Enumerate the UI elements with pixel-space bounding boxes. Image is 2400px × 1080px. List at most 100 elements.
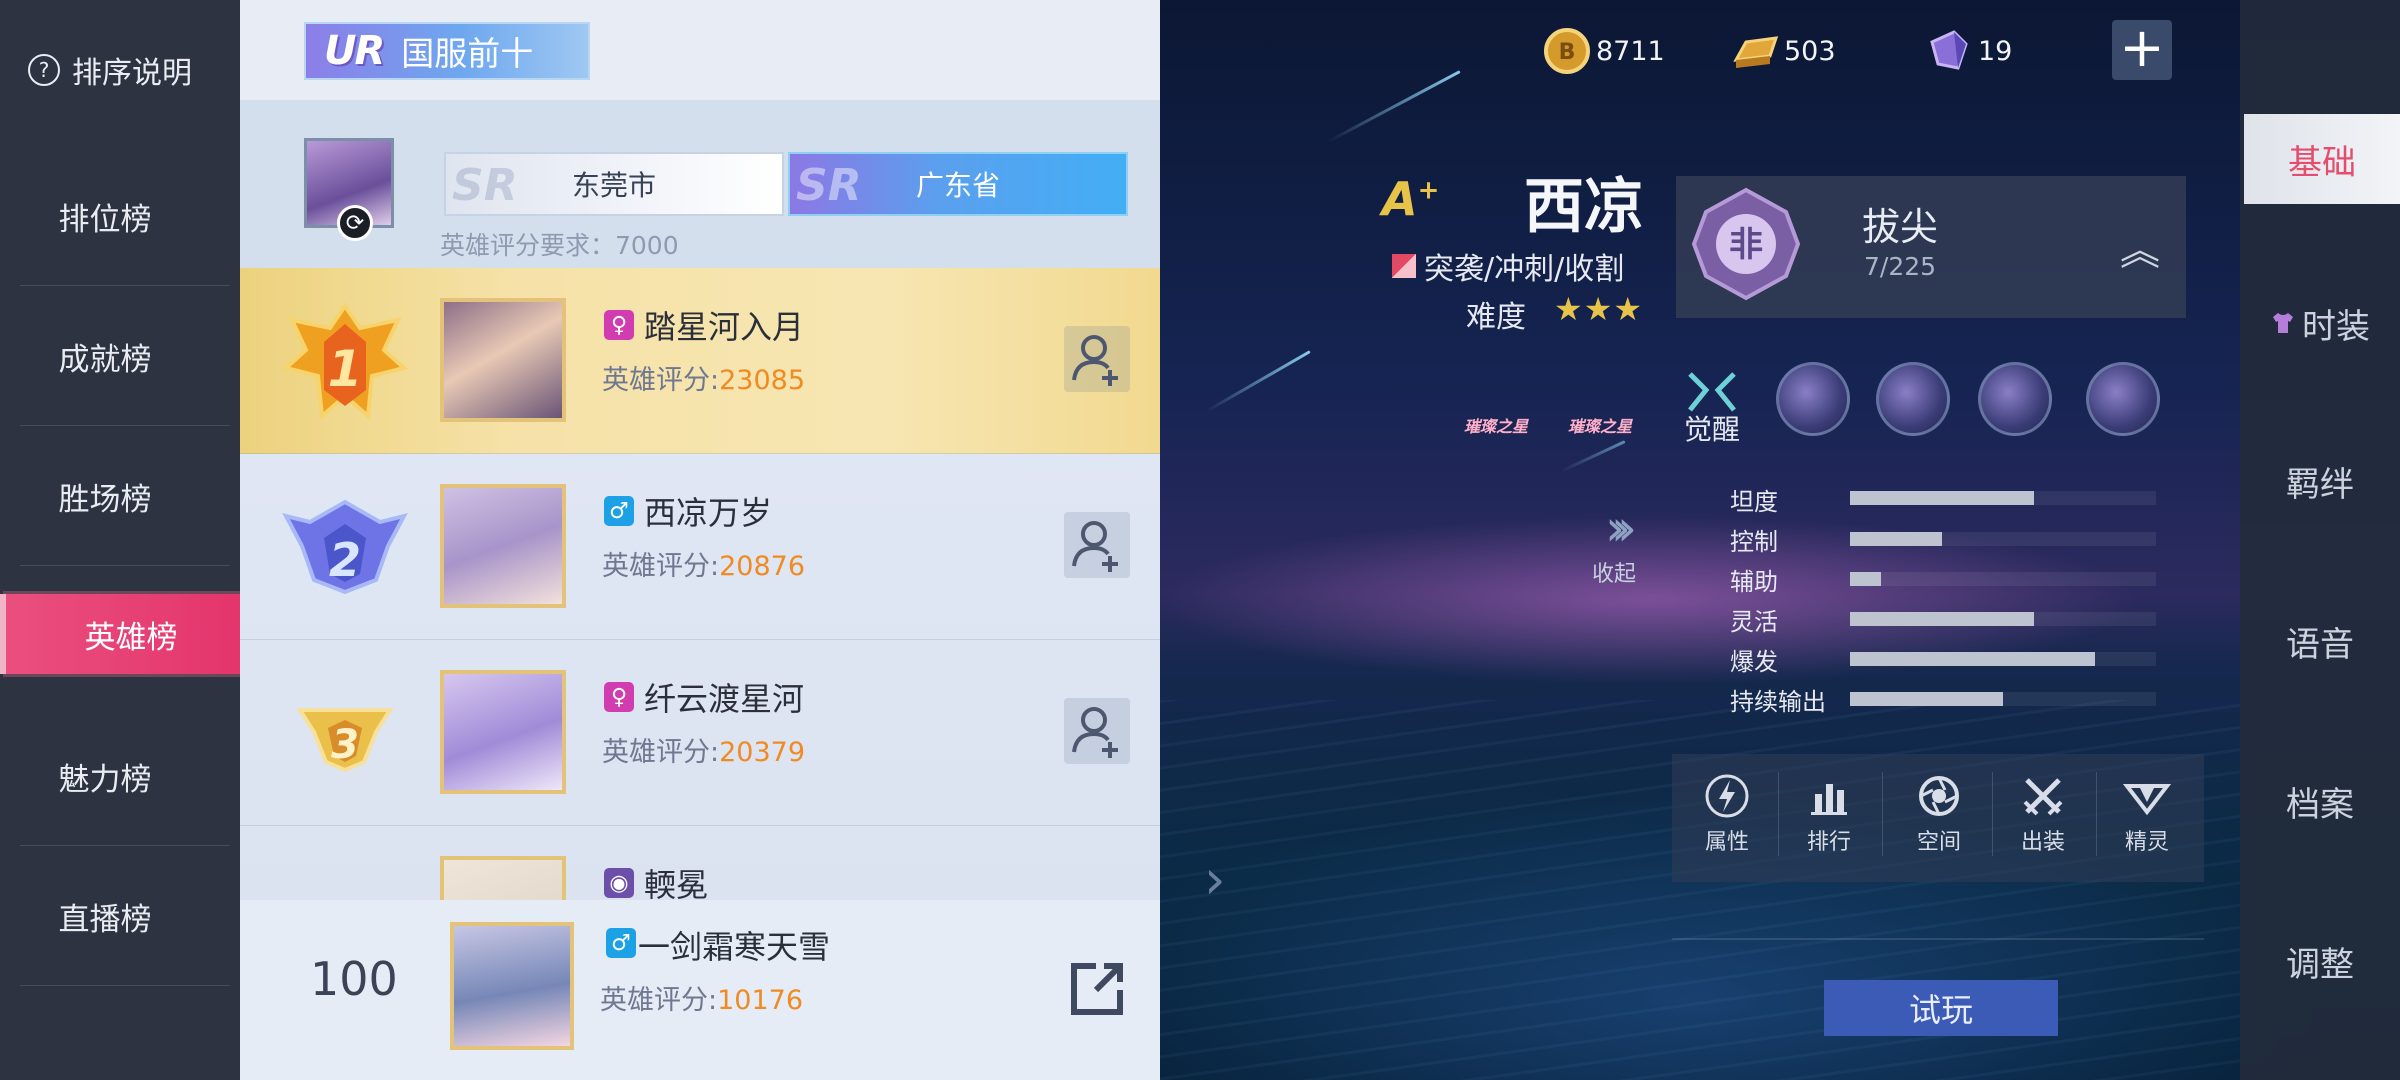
- my-hero-avatar-card[interactable]: [450, 922, 574, 1050]
- coin-balance: B 8711: [1542, 26, 1665, 76]
- chevron-right-icon[interactable]: ›: [1204, 848, 1226, 911]
- skill-ultimate-icon[interactable]: [2086, 362, 2160, 436]
- chevron-right-icon: ›››: [1605, 499, 1637, 557]
- table-row[interactable]: 2 ♂ 西凉万岁 英雄评分:20876: [240, 454, 1160, 640]
- skill-1-icon[interactable]: [1876, 362, 1950, 436]
- my-hero-score: 英雄评分:10176: [600, 985, 804, 1016]
- space-button[interactable]: 空间: [1894, 772, 1984, 872]
- gem-icon: [2123, 784, 2171, 816]
- table-row[interactable]: 3 ♀ 纤云渡星河 英雄评分:20379: [240, 640, 1160, 826]
- menu-item-wins-board[interactable]: 胜场榜: [0, 456, 230, 566]
- tab-profile[interactable]: 档案: [2240, 756, 2400, 846]
- male-icon: ♂: [606, 928, 636, 958]
- hero-detail-tabs: 基础 时装 羁绊 语音 档案 调整: [2240, 0, 2400, 1080]
- rank-progress: 7/225: [1864, 252, 1937, 281]
- refresh-icon[interactable]: ⟳: [337, 205, 373, 241]
- region-province-tab[interactable]: SR 广东省: [788, 152, 1128, 216]
- hero-rank-card[interactable]: 非 拔尖 7/225 ︽: [1676, 176, 2186, 318]
- add-friend-button[interactable]: [1064, 698, 1130, 764]
- my-rank-row[interactable]: 100 ♂ 一剑霜寒天雪 英雄评分:10176: [240, 900, 1160, 1080]
- share-button[interactable]: [1066, 958, 1128, 1020]
- menu-item-charm-board[interactable]: 魅力榜: [0, 736, 230, 846]
- male-icon: ♂: [604, 496, 634, 526]
- tab-adjust[interactable]: 调整: [2240, 916, 2400, 1006]
- role-icon: [1392, 254, 1416, 278]
- add-friend-icon: [1072, 521, 1118, 572]
- menu-item-achievement-board[interactable]: 成就榜: [0, 316, 230, 426]
- menu-item-rank-board[interactable]: 排位榜: [0, 176, 230, 286]
- hero-avatar-card[interactable]: [440, 484, 566, 608]
- bar-chart-icon: [1811, 784, 1847, 815]
- stat-fill: [1850, 491, 2034, 505]
- female-icon: ♀: [604, 310, 634, 340]
- player-name: 踏星河入月: [644, 308, 805, 346]
- my-player-name: 一剑霜寒天雪: [638, 928, 831, 966]
- menu-item-label: 直播榜: [58, 901, 152, 938]
- tab-voice[interactable]: 语音: [2240, 596, 2400, 686]
- divider: [20, 845, 230, 846]
- gem-balance: 19: [1924, 26, 2012, 76]
- trial-play-button[interactable]: 试玩: [1824, 980, 2058, 1036]
- rank-1-medal-icon: 1: [281, 302, 409, 421]
- add-friend-button[interactable]: [1064, 512, 1130, 578]
- awaken-label: 觉醒: [1684, 413, 1741, 446]
- region-city-tab[interactable]: SR 东莞市: [444, 152, 784, 216]
- chevron-up-icon[interactable]: ︽: [2120, 218, 2160, 276]
- menu-item-label: 胜场榜: [58, 481, 152, 518]
- skill-passive-icon[interactable]: [1776, 362, 1850, 436]
- question-icon: ?: [28, 54, 60, 86]
- ur-badge: UR: [324, 28, 385, 74]
- ranking-button[interactable]: 排行: [1784, 772, 1874, 872]
- hero-function-bar: 属性 排行 空间 出装 精灵: [1672, 754, 2204, 882]
- difficulty-label: 难度: [1466, 300, 1526, 335]
- divider: [1778, 772, 1779, 856]
- tab-skin[interactable]: 时装: [2240, 278, 2400, 368]
- stat-label: 辅助: [1730, 568, 1778, 596]
- camera-shutter-icon: [1919, 776, 1959, 816]
- table-row[interactable]: 1 ♀ 踏星河入月 英雄评分:23085: [240, 268, 1160, 454]
- stat-bar: [1850, 652, 2156, 666]
- menu-item-live-board[interactable]: 直播榜: [0, 876, 230, 986]
- honor-badge: 璀璨之星: [1567, 417, 1632, 436]
- stat-label: 控制: [1730, 528, 1778, 556]
- svg-text:1: 1: [328, 340, 363, 398]
- region-city-label: 东莞市: [571, 169, 656, 202]
- skill-2-icon[interactable]: [1978, 362, 2052, 436]
- spirit-button[interactable]: 精灵: [2102, 772, 2192, 872]
- hero-avatar-card[interactable]: [440, 670, 566, 794]
- shirt-icon: [2273, 313, 2293, 333]
- share-icon: [1071, 963, 1123, 1015]
- hero-score: 英雄评分:23085: [602, 365, 806, 396]
- stat-bar: [1850, 491, 2156, 505]
- stat-label: 持续输出: [1730, 688, 1826, 716]
- player-avatar[interactable]: ⟳: [304, 138, 394, 241]
- tab-bond[interactable]: 羁绊: [2240, 436, 2400, 526]
- attributes-button[interactable]: 属性: [1682, 772, 1772, 872]
- stat-fill: [1850, 652, 2095, 666]
- stat-fill: [1850, 532, 1942, 546]
- hero-avatar-card[interactable]: [440, 298, 566, 422]
- menu-item-label: 魅力榜: [58, 761, 152, 798]
- score-requirement: 英雄评分要求：7000: [440, 231, 679, 260]
- leaderboard-category-menu: ? 排序说明 排位榜 成就榜 胜场榜 英雄榜 魅力榜 直播榜: [0, 0, 268, 1080]
- sort-rules-label: 排序说明: [72, 56, 192, 91]
- sort-rules-button[interactable]: ? 排序说明: [28, 48, 192, 92]
- svg-text:2: 2: [329, 533, 361, 587]
- player-region-area: ⟳ SR 东莞市 SR 广东省 英雄评分要求：7000: [240, 100, 1160, 268]
- tab-national-top-ten[interactable]: UR 国服前十: [304, 22, 590, 80]
- tab-label: 国服前十: [401, 34, 534, 73]
- female-icon: ♀: [604, 682, 634, 712]
- build-button[interactable]: 出装: [1998, 772, 2088, 872]
- rank-3-medal-icon: 3: [296, 708, 394, 773]
- region-province-label: 广东省: [915, 169, 1000, 202]
- crystal-icon: [1930, 30, 1968, 70]
- divider: [1882, 772, 1883, 856]
- hero-score: 英雄评分:20379: [602, 737, 806, 768]
- add-friend-icon: [1072, 707, 1118, 758]
- add-friend-button[interactable]: [1064, 326, 1130, 392]
- add-currency-button[interactable]: +: [2112, 20, 2172, 80]
- menu-item-hero-board[interactable]: 英雄榜: [0, 582, 268, 674]
- collapse-button[interactable]: ››› 收起: [1584, 500, 1644, 590]
- tab-basic[interactable]: 基础: [2244, 114, 2400, 204]
- hero-score: 英雄评分:20876: [602, 551, 806, 582]
